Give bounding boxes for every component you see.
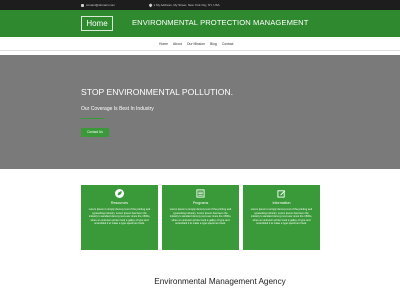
topbar-email-text[interactable]: contact@domain.com	[86, 3, 115, 7]
hero-title: STOP ENVIRONMENTAL POLLUTION.	[81, 87, 234, 97]
site-title: ENVIRONMENTAL PROTECTION MANAGEMENT	[132, 18, 309, 27]
feature-card-resources[interactable]: Resources Lorem Ipsum is simply dummy te…	[81, 185, 158, 250]
hero-underline	[81, 118, 105, 119]
topbar-address-text: 1 My Address, My Street, New York City, …	[153, 3, 220, 7]
section-title: Environmental Management Agency	[154, 277, 286, 286]
hero-banner	[0, 55, 400, 169]
nav-item-about[interactable]: About	[173, 42, 182, 46]
top-contact-bar: contact@domain.com 1 My Address, My Stre…	[0, 0, 400, 10]
nav-item-blog[interactable]: Blog	[210, 42, 217, 46]
topbar-email[interactable]: contact@domain.com	[81, 3, 115, 7]
leaf-icon	[114, 188, 125, 199]
card-title: Information	[272, 201, 291, 205]
nav-divider	[0, 50, 400, 51]
edit-icon	[276, 188, 287, 199]
nav-item-contact[interactable]: Contact	[222, 42, 234, 46]
home-button[interactable]: Home	[81, 16, 113, 31]
card-text: Lorem Ipsum is simply dummy text of the …	[250, 208, 313, 226]
feature-card-programs[interactable]: Programs Lorem Ipsum is simply dummy tex…	[162, 185, 239, 250]
main-nav: Home About Our Mission Blog Contact	[0, 37, 400, 50]
card-title: Resources	[110, 201, 129, 205]
feature-card-information[interactable]: Information Lorem Ipsum is simply dummy …	[243, 185, 320, 250]
card-title: Programs	[192, 201, 209, 205]
hero-subtitle: Our Coverage Is Best In Industry	[81, 106, 154, 112]
nav-item-home[interactable]: Home	[159, 42, 168, 46]
nav-item-our-mission[interactable]: Our Mission	[187, 42, 205, 46]
location-pin-icon	[148, 3, 153, 7]
card-text: Lorem Ipsum is simply dummy text of the …	[169, 208, 232, 226]
contact-us-button[interactable]: Contact Us	[81, 128, 109, 137]
form-icon	[195, 188, 206, 199]
envelope-icon	[81, 3, 84, 7]
topbar-address: 1 My Address, My Street, New York City, …	[148, 3, 220, 7]
card-text: Lorem Ipsum is simply dummy text of the …	[88, 208, 151, 226]
